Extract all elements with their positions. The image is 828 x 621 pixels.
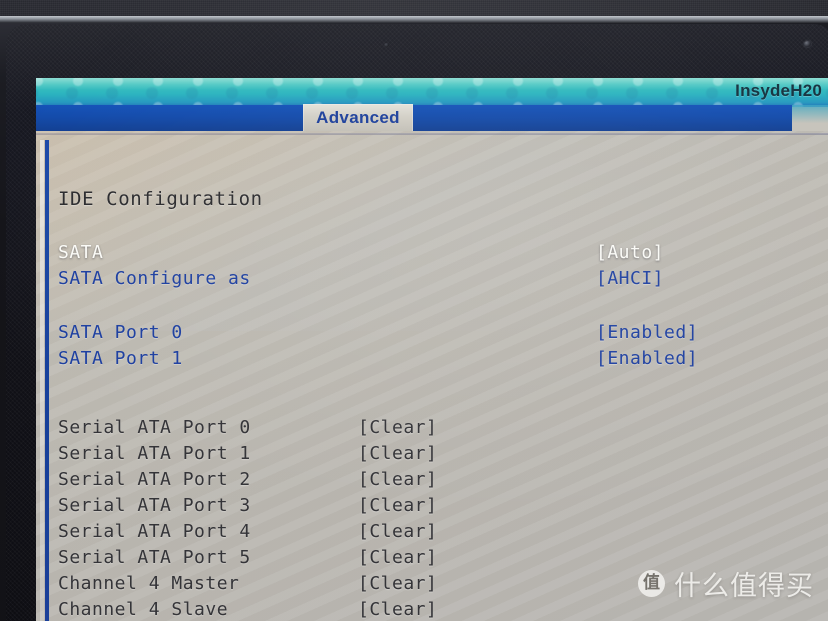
- watermark: 值 什么值得买: [638, 564, 814, 603]
- camera-indicator-icon: [804, 41, 811, 47]
- photo-frame: InsydeH20 Advanced IDE Configuration SAT…: [0, 0, 828, 621]
- setting-label: Serial ATA Port 4: [58, 521, 251, 542]
- setting-label: SATA: [58, 242, 104, 263]
- settings-row[interactable]: SATA Configure as [AHCI]: [36, 267, 828, 290]
- setting-value[interactable]: [Clear]: [358, 417, 437, 438]
- setting-value[interactable]: [Clear]: [358, 495, 437, 516]
- setting-value[interactable]: [AHCI]: [596, 268, 664, 289]
- setting-label: Channel 4 Slave: [58, 599, 229, 620]
- settings-list: SATA [Auto] SATA Configure as [AHCI] SATA Po…: [36, 131, 828, 621]
- setting-value[interactable]: [Clear]: [358, 547, 437, 568]
- bios-header-band: [36, 78, 828, 107]
- bezel-sensor-icon: [384, 43, 389, 47]
- lid-chamfer-highlight: [0, 16, 828, 23]
- setting-label: Serial ATA Port 2: [58, 469, 251, 490]
- bios-brand-label: InsydeH20: [735, 81, 822, 100]
- setting-value[interactable]: [Clear]: [358, 521, 437, 542]
- settings-row[interactable]: Serial ATA Port 3 [Clear]: [36, 494, 828, 517]
- setting-label: Serial ATA Port 3: [58, 495, 251, 516]
- settings-row[interactable]: Serial ATA Port 2 [Clear]: [36, 468, 828, 491]
- setting-value[interactable]: [Enabled]: [596, 322, 698, 343]
- setting-value[interactable]: [Clear]: [358, 469, 437, 490]
- setting-value[interactable]: [Clear]: [358, 443, 437, 464]
- menu-bar-edge: [792, 105, 828, 131]
- setting-label: SATA Port 0: [58, 322, 183, 343]
- setting-label: Serial ATA Port 1: [58, 443, 251, 464]
- header-band-highlight: [36, 78, 828, 90]
- watermark-logo-icon: 值: [638, 570, 665, 597]
- settings-row[interactable]: Serial ATA Port 1 [Clear]: [36, 442, 828, 465]
- settings-row[interactable]: Serial ATA Port 0 [Clear]: [36, 416, 828, 439]
- lcd-screen: InsydeH20 Advanced IDE Configuration SAT…: [36, 78, 828, 621]
- setting-value[interactable]: [Auto]: [596, 242, 664, 263]
- setting-value[interactable]: [Clear]: [358, 573, 437, 594]
- settings-row[interactable]: SATA [Auto]: [36, 241, 828, 264]
- bios-content-pane: IDE Configuration SATA [Auto] SATA Configu…: [36, 131, 828, 621]
- setting-label: SATA Configure as: [58, 268, 251, 289]
- setting-value[interactable]: [Clear]: [358, 599, 437, 620]
- setting-label: Channel 4 Master: [58, 573, 240, 594]
- bios-menu-bar: [36, 105, 792, 131]
- watermark-text: 什么值得买: [674, 571, 814, 602]
- setting-label: SATA Port 1: [58, 348, 183, 369]
- setting-label: Serial ATA Port 0: [58, 417, 251, 438]
- tab-advanced[interactable]: Advanced: [303, 104, 413, 132]
- settings-row[interactable]: Serial ATA Port 4 [Clear]: [36, 520, 828, 543]
- tab-advanced-label: Advanced: [316, 108, 400, 127]
- settings-row[interactable]: SATA Port 1 [Enabled]: [36, 347, 828, 370]
- settings-row[interactable]: SATA Port 0 [Enabled]: [36, 321, 828, 344]
- setting-label: Serial ATA Port 5: [58, 547, 251, 568]
- setting-value[interactable]: [Enabled]: [596, 348, 698, 369]
